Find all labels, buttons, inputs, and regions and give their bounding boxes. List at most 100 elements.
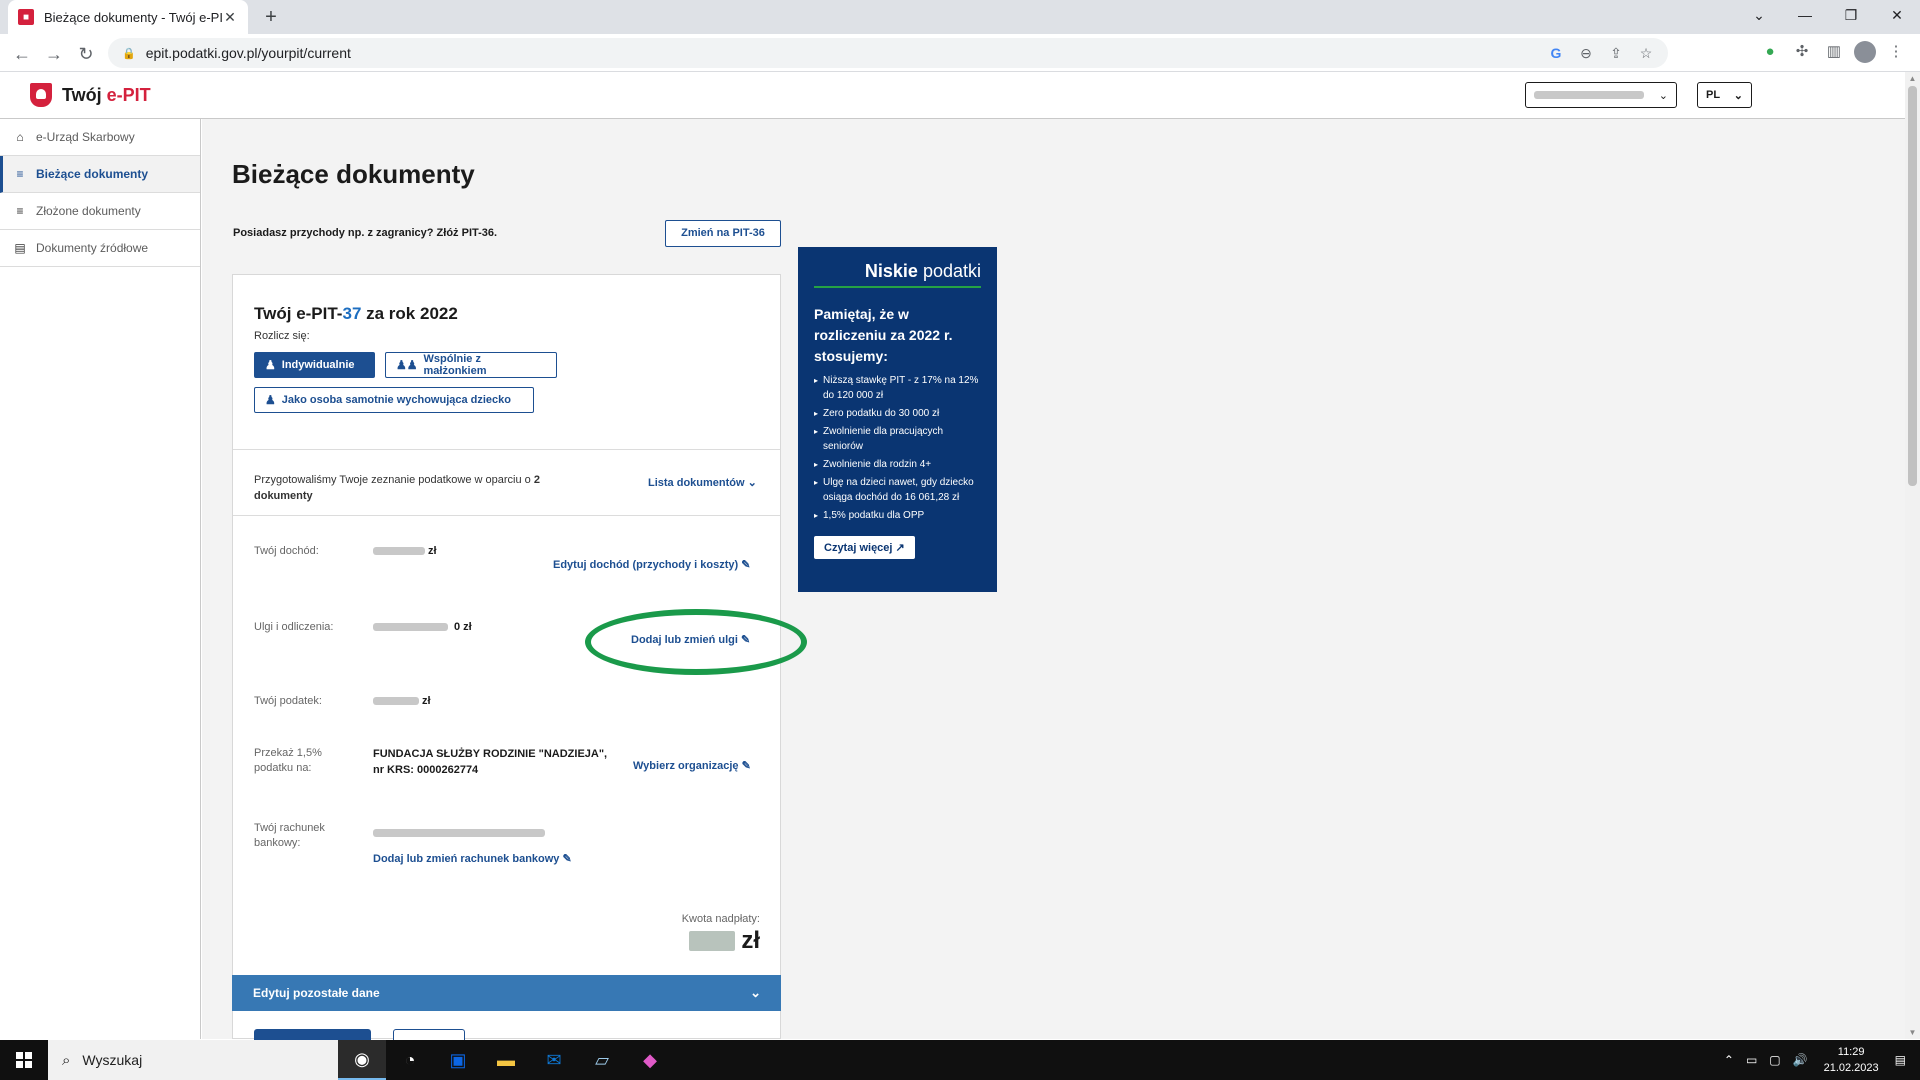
bookmark-star-icon[interactable]: ☆: [1634, 45, 1658, 62]
address-bar[interactable]: 🔒 epit.podatki.gov.pl/yourpit/current G …: [108, 38, 1668, 68]
scroll-up-icon[interactable]: ▲: [1905, 74, 1920, 83]
lock-icon[interactable]: 🔒: [122, 47, 136, 60]
taskbar-apps: ◉ ◔ ▣ ▬ ✉ ▱ ◆: [338, 1040, 674, 1080]
single-parent-button[interactable]: ♟ Jako osoba samotnie wychowująca dziecko: [254, 387, 534, 413]
notes-app-icon[interactable]: ▱: [578, 1040, 626, 1080]
pencil-icon: ✎: [562, 853, 572, 865]
submitted-docs-icon: ≡: [16, 204, 24, 218]
pencil-icon: ✎: [741, 760, 751, 772]
switch-to-pit36-button[interactable]: Zmień na PIT-36: [665, 220, 781, 247]
meet-now-icon[interactable]: ▭: [1746, 1053, 1757, 1067]
divider: [233, 515, 780, 516]
tab-search-icon[interactable]: ⌄: [1736, 0, 1782, 30]
tax-label: Twój podatek:: [254, 695, 322, 707]
income-label: Twój dochód:: [254, 545, 319, 557]
trello-icon[interactable]: ▣: [434, 1040, 482, 1080]
side-panel-icon[interactable]: ▥: [1822, 39, 1846, 65]
network-icon[interactable]: ▢: [1769, 1053, 1780, 1067]
redacted-tax: [373, 697, 419, 705]
epit-logo[interactable]: Twój e-PIT: [30, 83, 151, 107]
source-docs-icon: ▤: [14, 241, 26, 255]
start-button[interactable]: [0, 1040, 48, 1080]
tab-close-icon[interactable]: ✕: [222, 9, 238, 26]
forward-icon[interactable]: →: [40, 40, 68, 68]
notifications-icon[interactable]: ▤: [1895, 1053, 1906, 1067]
pencil-icon: ✎: [741, 559, 751, 571]
url-text[interactable]: epit.podatki.gov.pl/yourpit/current: [146, 45, 351, 61]
read-more-button[interactable]: Czytaj więcej ↗: [814, 536, 915, 559]
divider: [233, 449, 780, 450]
income-value: zł: [373, 543, 437, 559]
page-scrollbar[interactable]: ▲ ▼: [1905, 72, 1920, 1039]
share-icon[interactable]: ⇪: [1604, 45, 1628, 62]
scrollbar-thumb[interactable]: [1908, 86, 1917, 486]
file-explorer-icon[interactable]: ▬: [482, 1040, 530, 1080]
restore-button[interactable]: ❐: [1828, 0, 1874, 30]
browser-tab[interactable]: ■ Bieżące dokumenty - Twój e-PIT ✕: [8, 0, 248, 34]
chevron-down-icon: ⌄: [747, 477, 757, 489]
volume-icon[interactable]: 🔊: [1793, 1053, 1808, 1067]
redacted-refund: [689, 931, 736, 951]
tray-overflow-icon[interactable]: ⌃: [1724, 1053, 1734, 1067]
sidebar-item-source-documents[interactable]: ▤ Dokumenty źródłowe: [0, 230, 200, 267]
puzzle-icon[interactable]: ✣: [1790, 39, 1814, 65]
chrome-icon[interactable]: ◉: [338, 1040, 386, 1080]
sidebar-item-submitted-documents[interactable]: ≡ Złożone dokumenty: [0, 193, 200, 230]
tax-value: zł: [373, 693, 431, 709]
user-account-select[interactable]: ⌄: [1525, 82, 1677, 108]
zoom-icon[interactable]: ⊖: [1574, 45, 1598, 62]
browser-tab-bar: ■ Bieżące dokumenty - Twój e-PIT ✕ + ⌄ —…: [0, 0, 1920, 34]
add-change-bank-account-link[interactable]: Dodaj lub zmień rachunek bankowy ✎: [373, 852, 572, 865]
sidebar-item-e-urzad[interactable]: ⌂ e-Urząd Skarbowy: [0, 119, 200, 156]
outlook-icon[interactable]: ✉: [530, 1040, 578, 1080]
profile-avatar[interactable]: [1854, 41, 1876, 63]
individual-option-button[interactable]: ♟ Indywidualnie: [254, 352, 375, 378]
opp-label: Przekaż 1,5% podatku na:: [254, 747, 322, 774]
drop-app-icon[interactable]: ◆: [626, 1040, 674, 1080]
reload-icon[interactable]: ↻: [72, 40, 100, 68]
tab-title: Bieżące dokumenty - Twój e-PIT: [44, 9, 222, 25]
google-translate-icon[interactable]: G: [1544, 45, 1568, 61]
extension-icon[interactable]: ●: [1758, 39, 1782, 65]
minimize-button[interactable]: —: [1782, 0, 1828, 30]
prepared-info: Przygotowaliśmy Twoje zeznanie podatkowe…: [254, 474, 540, 502]
clock-time: 11:29: [1837, 1046, 1865, 1058]
edit-other-data-accordion[interactable]: Edytuj pozostałe dane ⌄: [232, 975, 781, 1011]
card-title: Twój e-PIT-37 za rok 2022: [254, 304, 458, 323]
pit36-prompt: Posiadasz przychody np. z zagranicy? Złó…: [233, 227, 498, 239]
bank-account-label: Twój rachunek bankowy:: [254, 822, 325, 849]
refund-amount: zł: [689, 927, 760, 955]
joint-with-spouse-button[interactable]: ♟♟ Wspólnie z małżonkiem: [385, 352, 557, 378]
document-list-link[interactable]: Lista dokumentów ⌄: [648, 476, 757, 489]
low-taxes-banner[interactable]: Niskie podatki Pamiętaj, że w rozliczeni…: [798, 247, 997, 592]
back-icon[interactable]: ←: [8, 40, 36, 68]
sidebar-item-current-documents[interactable]: ≡ Bieżące dokumenty: [0, 156, 200, 193]
settlement-label: Rozlicz się:: [254, 330, 310, 342]
taskbar-search[interactable]: ⌕ Wyszukaj: [48, 1040, 386, 1080]
edit-income-link[interactable]: Edytuj dochód (przychody i koszty) ✎: [553, 558, 750, 571]
chevron-down-icon: ⌄: [1733, 89, 1743, 102]
close-window-button[interactable]: ✕: [1874, 0, 1920, 30]
taskbar-clock[interactable]: 11:29 21.02.2023: [1824, 1044, 1879, 1076]
new-tab-button[interactable]: +: [258, 4, 284, 30]
parent-child-icon: ♟: [265, 393, 276, 407]
extensions-area: ● ✣ ▥ ⋮: [1758, 39, 1908, 65]
home-icon: ⌂: [16, 130, 24, 144]
chevron-down-icon: ⌄: [750, 985, 761, 1000]
language-select[interactable]: PL ⌄: [1697, 82, 1752, 108]
couple-icon: ♟♟: [396, 358, 418, 372]
external-link-icon: ↗: [895, 542, 905, 554]
promo-list: Niższą stawkę PIT - z 17% na 12% do 120 …: [814, 373, 981, 523]
sidebar-item-label: e-Urząd Skarbowy: [36, 130, 135, 144]
scroll-down-icon[interactable]: ▼: [1905, 1028, 1920, 1037]
sidebar-item-label: Złożone dokumenty: [36, 204, 141, 218]
opp-organization: FUNDACJA SŁUŻBY RODZINIE "NADZIEJA", nr …: [373, 748, 608, 776]
clock-app-icon[interactable]: ◔: [386, 1040, 434, 1080]
choose-organization-link[interactable]: Wybierz organizację ✎: [633, 759, 751, 772]
browser-toolbar: ← → ↻ 🔒 epit.podatki.gov.pl/yourpit/curr…: [0, 34, 1920, 72]
sidebar-item-label: Dokumenty źródłowe: [36, 241, 149, 255]
list-item: 1,5% podatku dla OPP: [814, 508, 981, 523]
site-favicon-icon: ■: [18, 9, 34, 25]
search-placeholder: Wyszukaj: [82, 1052, 143, 1068]
menu-dots-icon[interactable]: ⋮: [1884, 39, 1908, 65]
